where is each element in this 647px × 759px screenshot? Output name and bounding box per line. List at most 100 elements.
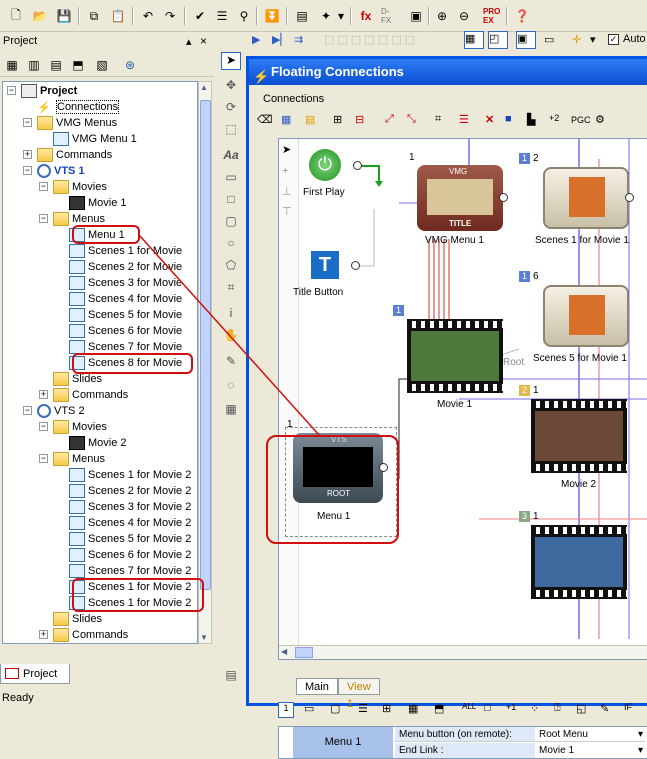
tree-item[interactable]: Slides [53,611,102,627]
tree-item[interactable]: Commands [37,147,112,163]
title-button-connector[interactable] [351,261,360,270]
align-icons[interactable]: ⬚ ⬚ ⬚ ⬚ ⬚ ⬚ ⬚ [324,33,415,46]
tree-item[interactable]: Movie 1 [69,195,127,211]
connections-canvas[interactable]: ➤ + ⊥ ⊤ ⏻ First Play T Title Button 1 VM… [278,138,647,660]
zoom-out-icon[interactable]: ⊖ [454,6,474,26]
edit-tool-icon[interactable]: ✎ [600,702,609,715]
scenes5-node[interactable] [543,285,629,347]
text-icon[interactable]: Aa [221,148,241,166]
pgc-label[interactable]: PGC [571,115,591,125]
expand-icon[interactable]: + [23,150,32,159]
vmg-menu-node[interactable]: VMG TITLE [417,165,503,231]
tree-item[interactable]: VMG Menu 1 [53,131,137,147]
dots-tool-icon[interactable]: ⁘ [530,702,539,715]
tree-item[interactable]: ⚡ Connections [37,99,120,115]
list-tool-icon[interactable]: ☰ [358,702,368,715]
scroll-up-icon[interactable]: ▲ [200,83,208,92]
scroll-thumb[interactable] [200,100,211,590]
yellow-table-icon[interactable]: ▤ [305,113,315,126]
list-icon[interactable]: ☰ [459,113,469,126]
tree-item[interactable]: Scenes 6 for Movie [69,323,182,339]
new-menu-icon[interactable]: ▦ [2,55,22,75]
delete-icon[interactable]: ✕ [485,113,494,126]
title-button-icon[interactable]: T [311,251,339,279]
collapse-icon[interactable]: − [39,214,48,223]
hscroll-thumb[interactable] [295,647,313,658]
tree-item[interactable]: VTS 1 [37,163,85,179]
tree-item[interactable]: Scenes 4 for Movie [69,291,182,307]
tree-item[interactable]: Scenes 3 for Movie [69,275,182,291]
grid-toggle-icon[interactable]: ▦ [464,31,484,49]
check-icon[interactable]: ✔ [190,6,210,26]
tree-item[interactable]: Scenes 7 for Movie 2 [69,563,191,579]
select-arrow-icon[interactable]: ➤ [221,52,241,70]
new-submenu-icon[interactable]: ▤ [46,55,66,75]
save-icon[interactable]: 💾 [54,6,74,26]
frame-icon[interactable]: ▢ [221,214,241,232]
import-icon[interactable]: ⬒ [68,55,88,75]
chevron-down-icon[interactable]: ▾ [336,6,346,26]
grid-icon[interactable]: ▦ [221,402,241,420]
eyedropper-icon[interactable]: ✎ [221,354,241,372]
collapse-icon[interactable]: − [39,454,48,463]
pro-ex-icon[interactable]: PRO EX [482,6,502,26]
burn-icon[interactable]: ⏬ [262,6,282,26]
menu-tool-icon[interactable]: ⊞ [382,702,391,715]
pgc-number-icon[interactable]: +2 [549,113,559,123]
frame-tool-icon[interactable]: ▢ [330,702,340,715]
tree-item[interactable]: Scenes 1 for Movie [69,243,182,259]
tree-item[interactable]: Scenes 2 for Movie 2 [69,483,191,499]
tree-item[interactable]: VMG Menus [37,115,117,131]
tree-item[interactable]: Movie 2 [69,435,127,451]
link-icon[interactable]: ⇉ [294,33,303,46]
movie3-node[interactable] [531,525,627,599]
rectangle-icon[interactable]: □ [221,192,241,210]
tree-item[interactable]: Menus [53,451,105,467]
layers-icon[interactable]: ☰ [212,6,232,26]
add-movie-icon[interactable]: ▧ [92,55,112,75]
scroll-left-icon[interactable]: ◀ [281,647,287,656]
paste-icon[interactable]: 📋 [108,6,128,26]
tab-project[interactable]: Project [0,664,70,684]
tree-item[interactable]: Movies [53,179,107,195]
page-1-icon[interactable]: 1 [278,702,294,718]
open-folder-icon[interactable]: 📂 [30,6,50,26]
text-edit-icon[interactable]: Ꭵ [221,306,241,324]
table-icon[interactable]: ▦ [281,113,291,126]
menu-button-select[interactable]: Root Menu ▾ [535,727,645,742]
zoom-in-icon[interactable]: ⊕ [432,6,452,26]
box-tool-icon[interactable]: □ [484,702,491,714]
help-tool-icon[interactable]: ⍰ [554,702,561,715]
crop-icon[interactable]: ⌗ [221,280,241,298]
tree-item[interactable]: Project [21,83,77,99]
close-icon[interactable]: × [200,34,207,48]
layout-a-icon[interactable]: ⊞ [333,113,342,126]
window-tool-icon[interactable]: ◱ [576,702,586,715]
button-tool-icon[interactable]: ▭ [304,702,314,715]
play-icon[interactable]: ▶ [252,33,260,46]
binoculars-icon[interactable]: ⚲ [234,6,254,26]
tree-item[interactable]: Scenes 2 for Movie [69,259,182,275]
lasso-icon[interactable]: ◌ [221,378,241,396]
tree-item[interactable]: Scenes 4 for Movie 2 [69,515,191,531]
redo-icon[interactable]: ↷ [160,6,180,26]
image-icon[interactable]: ▣ [406,6,426,26]
tree-item[interactable]: VTS 2 [37,403,85,419]
collapse-icon[interactable]: − [23,406,32,415]
hand-icon[interactable]: ✋ [221,328,241,346]
expand-icon[interactable]: + [39,630,48,639]
snap-toggle-icon[interactable]: ◰ [488,31,508,49]
collapse-icon[interactable]: − [7,86,16,95]
text-box-icon[interactable]: ▭ [221,170,241,188]
step-down-icon[interactable]: ▙ [527,113,535,126]
collapse-icon[interactable]: − [39,422,48,431]
align-grid-icon[interactable]: ⌗ [435,113,441,126]
film-tool-icon[interactable]: ▦ [408,702,418,715]
color-icon[interactable]: ■ [505,113,512,125]
panel-icon[interactable]: ▤ [221,668,241,686]
layout-b-icon[interactable]: ⊟ [355,113,364,126]
if-tool-icon[interactable]: IF [624,702,632,712]
collapse-icon[interactable]: − [23,118,32,127]
tree-item[interactable]: Movies [53,419,107,435]
copy-icon[interactable]: ⧉ [84,6,104,26]
